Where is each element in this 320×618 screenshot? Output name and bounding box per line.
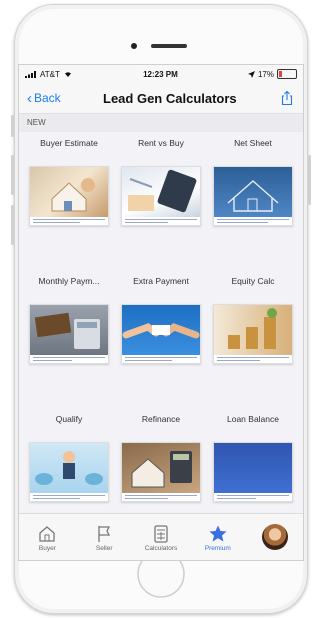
house-model-image	[29, 166, 109, 226]
tab-profile[interactable]	[249, 524, 301, 550]
navigation-bar: ‹ Back Lead Gen Calculators	[19, 83, 303, 114]
volume-up-button	[11, 155, 14, 195]
tab-premium[interactable]: Premium	[192, 523, 244, 552]
businessman-image	[29, 442, 109, 502]
volume-down-button	[11, 205, 14, 245]
battery-icon	[277, 69, 297, 79]
house-icon	[39, 525, 56, 542]
back-button[interactable]: ‹ Back	[27, 91, 61, 106]
calculator-label: Buyer Estimate	[40, 138, 98, 148]
coin-stacks-image	[213, 304, 293, 364]
calculator-tile[interactable]: Extra Payment	[119, 274, 203, 412]
calculator-label: Monthly Paym...	[38, 276, 100, 286]
tab-calculators[interactable]: Calculators	[135, 523, 187, 552]
calculator-grid: Buyer Estimate Rent vs Buy Net Sheet Mon…	[19, 132, 303, 550]
tab-buyer[interactable]: Buyer	[21, 523, 73, 552]
section-header: NEW	[19, 114, 303, 132]
blue-panel-image	[213, 442, 293, 502]
tab-seller[interactable]: Seller	[78, 523, 130, 552]
star-icon	[209, 525, 227, 541]
app-screen: AT&T 12:23 PM 17% ‹ Back Lead Gen Calcul…	[18, 64, 304, 561]
front-camera	[131, 43, 137, 49]
power-button	[308, 155, 311, 205]
calculator-label: Qualify	[55, 414, 83, 424]
house-blueprint-image	[213, 166, 293, 226]
status-bar: AT&T 12:23 PM 17%	[19, 65, 303, 83]
signal-icon	[25, 70, 36, 78]
back-label: Back	[34, 91, 61, 105]
tab-label: Premium	[204, 544, 231, 552]
tab-label: Seller	[95, 544, 113, 552]
tab-label: Calculators	[144, 544, 178, 552]
handshake-image	[121, 304, 201, 364]
tab-label: Buyer	[38, 544, 56, 552]
calculator-tile[interactable]: Monthly Paym...	[27, 274, 111, 412]
house-calculator-image	[121, 442, 201, 502]
profile-avatar	[261, 524, 288, 550]
calculator-tile[interactable]: Buyer Estimate	[27, 136, 111, 274]
calculator-label: Rent vs Buy	[138, 138, 184, 148]
battery-level-fill	[279, 71, 282, 77]
calculator-keys-image	[121, 166, 201, 226]
battery-percent: 17%	[257, 69, 274, 79]
page-title: Lead Gen Calculators	[103, 90, 237, 106]
wifi-icon	[64, 72, 71, 77]
sign-calculator-image	[29, 304, 109, 364]
calculator-label: Equity Calc	[231, 276, 275, 286]
calculator-tile[interactable]: Net Sheet	[211, 136, 295, 274]
earpiece-speaker	[151, 44, 187, 48]
share-icon[interactable]	[279, 90, 295, 106]
mute-switch	[11, 115, 14, 137]
calculator-tile[interactable]: Equity Calc	[211, 274, 295, 412]
calculator-label: Loan Balance	[227, 414, 279, 424]
calculator-label: Refinance	[141, 414, 181, 424]
clock: 12:23 PM	[143, 69, 178, 79]
calculator-icon	[154, 524, 168, 543]
calculator-tile[interactable]: Rent vs Buy	[119, 136, 203, 274]
calculator-label: Extra Payment	[133, 276, 189, 286]
carrier-label: AT&T	[40, 69, 60, 79]
calculator-label: Net Sheet	[234, 138, 272, 148]
chevron-left-icon: ‹	[27, 89, 32, 107]
location-arrow-icon	[247, 70, 255, 78]
tab-bar: Buyer Seller Calculators Premium	[19, 513, 303, 560]
flag-icon	[98, 525, 111, 542]
